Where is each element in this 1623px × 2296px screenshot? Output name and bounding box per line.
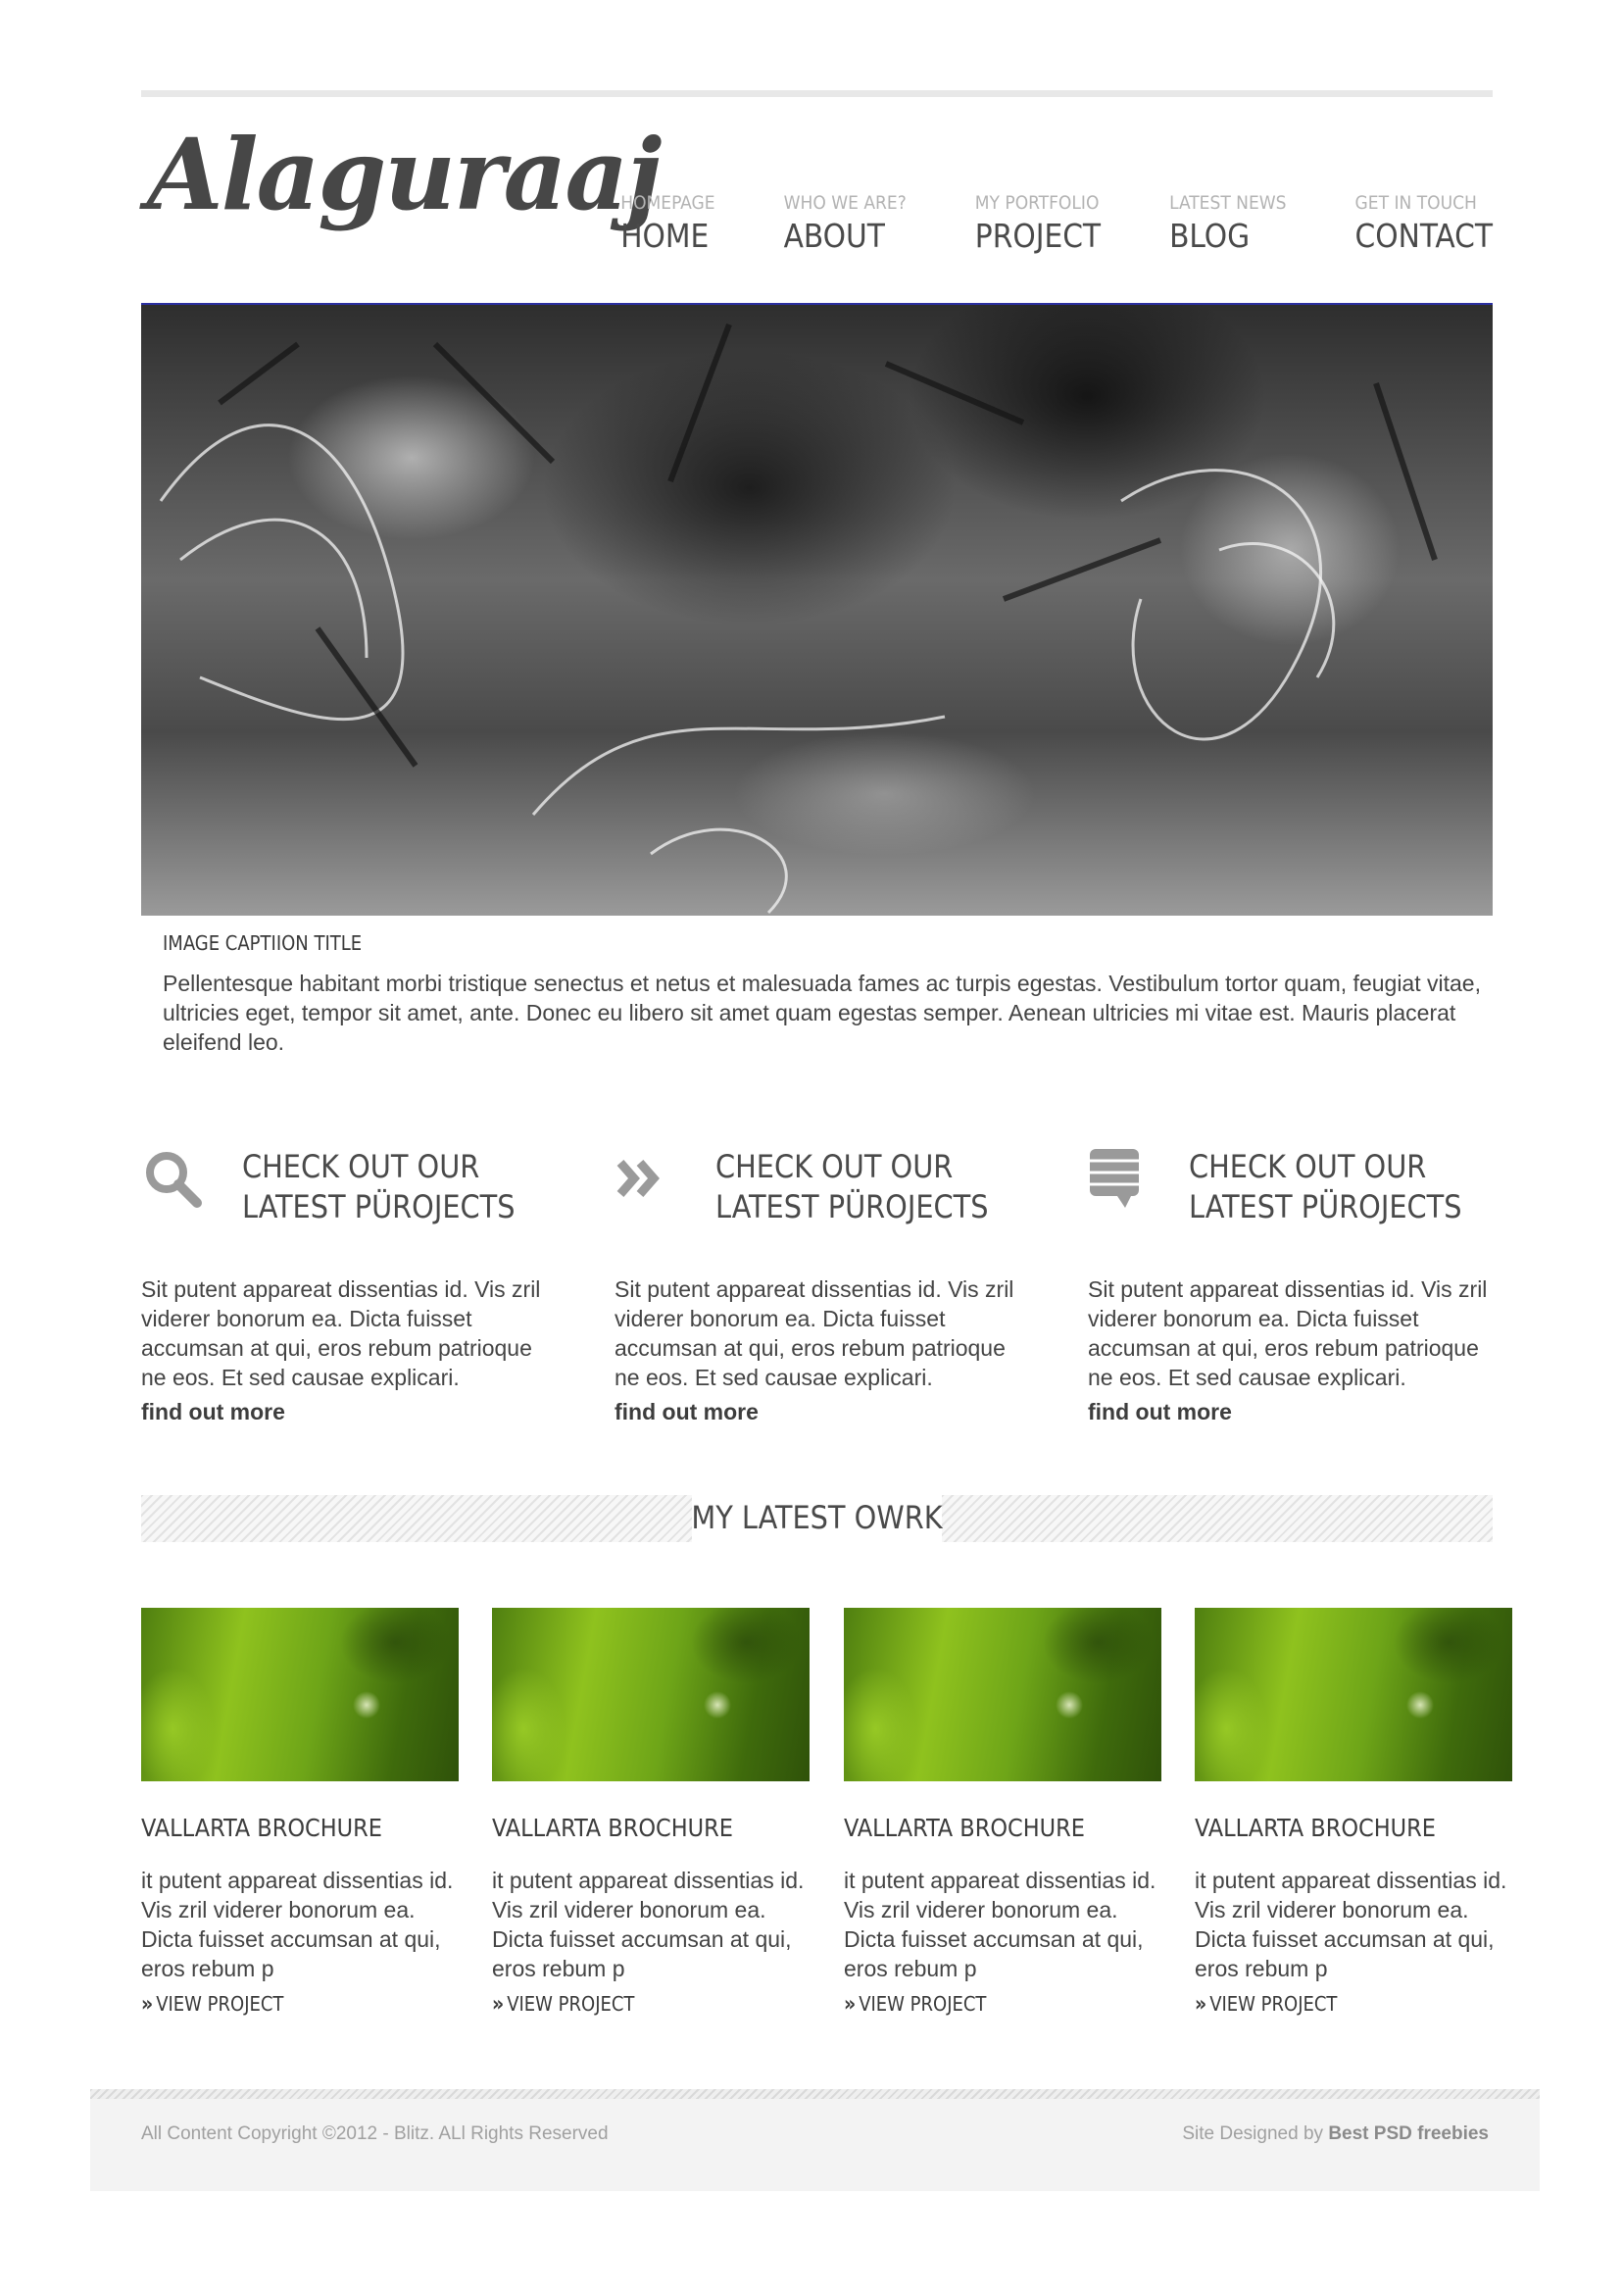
find-out-more-link[interactable]: find out more — [141, 1399, 285, 1425]
nav-item-contact[interactable]: GET IN TOUCH CONTACT — [1355, 189, 1493, 256]
work-thumbnail[interactable] — [1195, 1608, 1512, 1781]
double-chevron-icon: » — [844, 1992, 856, 2016]
nav-item-blog[interactable]: LATEST NEWS BLOG — [1169, 189, 1286, 256]
view-project-link[interactable]: » VIEW PROJECT — [1195, 1992, 1337, 2016]
designer-credit: Site Designed by Best PSD freebies — [1182, 2123, 1489, 2145]
feature-title: CHECK OUT OUR LATEST PÜROJECTS — [242, 1148, 516, 1225]
work-title: VALLARTA BROCHURE — [1195, 1814, 1436, 1842]
work-thumbnail[interactable] — [492, 1608, 810, 1781]
copyright-text: All Content Copyright ©2012 - Blitz. ALl… — [141, 2123, 609, 2144]
nav-label: HOME — [620, 217, 710, 255]
speech-bubble-icon — [1090, 1149, 1139, 1208]
latest-work-header: MY LATEST OWRK — [141, 1495, 1493, 1542]
feature-title: CHECK OUT OUR LATEST PÜROJECTS — [715, 1148, 989, 1225]
nav-item-about[interactable]: WHO WE ARE? ABOUT — [784, 189, 907, 256]
main-nav: HOMEPAGE HOME WHO WE ARE? ABOUT MY PORTF… — [620, 189, 1493, 256]
nav-label: BLOG — [1169, 217, 1251, 255]
feature-text: Sit putent appareat dissentias id. Vis z… — [615, 1276, 1014, 1390]
hero-texture — [159, 323, 1438, 915]
nav-sub-label: MY PORTFOLIO — [974, 192, 1100, 214]
designer-credit-prefix: Site Designed by — [1182, 2123, 1324, 2144]
view-project-link[interactable]: » VIEW PROJECT — [141, 1992, 283, 2016]
view-project-label: VIEW PROJECT — [156, 1992, 284, 2016]
site-footer: All Content Copyright ©2012 - Blitz. ALl… — [90, 2089, 1540, 2191]
nav-item-home[interactable]: HOMEPAGE HOME — [620, 189, 714, 256]
view-project-link[interactable]: » VIEW PROJECT — [844, 1992, 986, 2016]
nav-label: PROJECT — [974, 217, 1102, 255]
double-chevron-icon: » — [1195, 1992, 1206, 2016]
work-title: VALLARTA BROCHURE — [844, 1814, 1085, 1842]
nav-item-project[interactable]: MY PORTFOLIO PROJECT — [975, 189, 1101, 256]
designer-credit-link[interactable]: Best PSD freebies — [1328, 2123, 1489, 2144]
nav-sub-label: WHO WE ARE? — [783, 192, 907, 214]
section-title: MY LATEST OWRK — [691, 1499, 943, 1536]
double-chevron-icon: » — [492, 1992, 504, 2016]
top-divider — [141, 90, 1493, 97]
hero-caption-title: IMAGE CAPTIION TITLE — [163, 931, 363, 955]
nav-sub-label: GET IN TOUCH — [1354, 192, 1477, 214]
search-icon — [146, 1152, 202, 1208]
nav-sub-label: LATEST NEWS — [1169, 192, 1287, 214]
work-thumbnail[interactable] — [141, 1608, 459, 1781]
view-project-label: VIEW PROJECT — [1209, 1992, 1338, 2016]
view-project-link[interactable]: » VIEW PROJECT — [492, 1992, 634, 2016]
work-title: VALLARTA BROCHURE — [141, 1814, 382, 1842]
feature-text: Sit putent appareat dissentias id. Vis z… — [141, 1276, 541, 1390]
feature-title: CHECK OUT OUR LATEST PÜROJECTS — [1189, 1148, 1462, 1225]
footer-hatch-border — [90, 2089, 1540, 2099]
work-text: it putent appareat dissentias id. Vis zr… — [492, 1868, 805, 1981]
feature-text: Sit putent appareat dissentias id. Vis z… — [1088, 1276, 1488, 1390]
nav-sub-label: HOMEPAGE — [620, 192, 715, 214]
double-chevron-icon — [616, 1160, 660, 1197]
nav-label: ABOUT — [783, 217, 885, 255]
work-thumbnail[interactable] — [844, 1608, 1161, 1781]
site-logo[interactable]: Alaguraaj — [147, 125, 662, 224]
view-project-label: VIEW PROJECT — [507, 1992, 635, 2016]
find-out-more-link[interactable]: find out more — [1088, 1399, 1232, 1425]
double-chevron-icon: » — [141, 1992, 153, 2016]
work-text: it putent appareat dissentias id. Vis zr… — [844, 1868, 1156, 1981]
hero-image — [141, 303, 1493, 916]
work-text: it putent appareat dissentias id. Vis zr… — [141, 1868, 454, 1981]
nav-label: CONTACT — [1354, 217, 1493, 255]
hero-caption-text: Pellentesque habitant morbi tristique se… — [163, 971, 1481, 1055]
work-title: VALLARTA BROCHURE — [492, 1814, 733, 1842]
view-project-label: VIEW PROJECT — [859, 1992, 987, 2016]
work-text: it putent appareat dissentias id. Vis zr… — [1195, 1868, 1507, 1981]
find-out-more-link[interactable]: find out more — [615, 1399, 759, 1425]
